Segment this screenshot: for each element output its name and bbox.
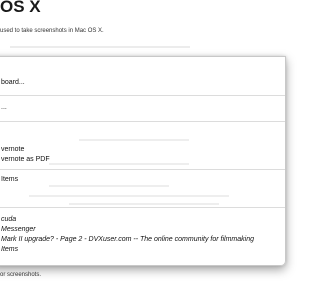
ghost-line (69, 203, 219, 205)
menu-item-barracuda[interactable]: cuda (1, 215, 16, 224)
page-intro-text: used to take screenshots in Mac OS X. (0, 28, 104, 34)
background-text-line (10, 46, 190, 48)
ghost-line (49, 163, 189, 165)
context-menu: board... ... vernote vernote as PDF Item… (0, 56, 286, 266)
ghost-line (29, 195, 229, 197)
menu-item-ellipsis[interactable]: ... (1, 103, 7, 112)
menu-item-messenger[interactable]: Messenger (1, 225, 36, 234)
ghost-line (79, 139, 189, 141)
menu-item-clipboard[interactable]: board... (1, 78, 25, 87)
menu-separator (0, 95, 285, 96)
page-heading: OS X (0, 0, 41, 16)
menu-separator (0, 207, 285, 208)
menu-separator (0, 121, 285, 122)
menu-item-evernote-pdf[interactable]: vernote as PDF (1, 155, 50, 164)
page-footer-text: or screenshots. (0, 272, 42, 278)
menu-item-items[interactable]: Items (1, 175, 18, 184)
menu-item-items-2[interactable]: Items (1, 245, 18, 254)
menu-item-dvxuser-page[interactable]: Mark II upgrade? - Page 2 - DVXuser.com … (1, 235, 254, 244)
ghost-line (49, 185, 169, 187)
menu-item-evernote[interactable]: vernote (1, 145, 24, 154)
menu-separator (0, 169, 285, 170)
